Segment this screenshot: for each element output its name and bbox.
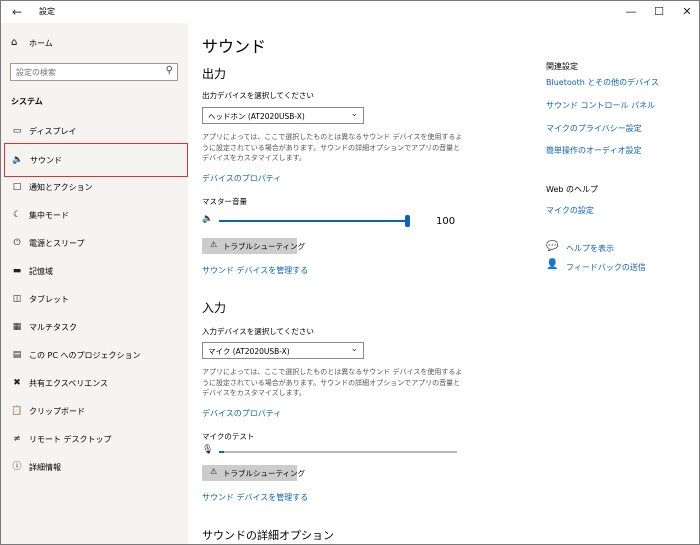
sidebar-item-label: リモート デスクトップ [29, 435, 112, 444]
chevron-down-icon: ⌄ [350, 344, 358, 354]
output-device-select[interactable]: ヘッドホン (AT2020USB-X) ⌄ [202, 107, 364, 124]
input-heading: 入力 [202, 301, 227, 315]
sidebar-item-label: 電源とスリープ [29, 239, 85, 248]
storage-icon: ▬ [12, 266, 22, 276]
input-troubleshoot-button[interactable]: ⚠ トラブルシューティング [202, 465, 305, 481]
sidebar-item-clipboard[interactable]: 📋 クリップボード [4, 399, 188, 424]
sidebar-item-label: タブレット [29, 295, 69, 304]
sidebar-item-shared[interactable]: ✖ 共有エクスペリエンス [4, 371, 188, 396]
home-icon: ⌂ [11, 37, 18, 48]
sidebar-item-about[interactable]: ⓘ 詳細情報 [4, 455, 188, 480]
page-title: サウンド [202, 37, 267, 56]
sidebar: ⌂ ホーム ⚲ システム ▭ ディスプレイ 🔈 サウンド □ 通知とアクション … [1, 23, 188, 544]
output-heading: 出力 [202, 67, 227, 81]
output-manage-devices-link[interactable]: サウンド デバイスを管理する [202, 265, 308, 276]
notification-icon: □ [12, 182, 22, 192]
advanced-heading: サウンドの詳細オプション [202, 529, 334, 542]
search-input[interactable] [16, 66, 156, 78]
output-device-value: ヘッドホン (AT2020USB-X) [208, 112, 305, 121]
volume-track-fill [219, 220, 407, 222]
search-box[interactable]: ⚲ [10, 63, 178, 81]
multitask-icon: ▦ [12, 322, 22, 332]
search-icon[interactable]: ⚲ [166, 65, 173, 76]
input-properties-link[interactable]: デバイスのプロパティ [202, 408, 281, 419]
maximize-button[interactable]: ☐ [649, 4, 669, 20]
power-icon: ⏻ [13, 238, 21, 248]
related-link-accessibility-audio[interactable]: 簡単操作のオーディオ設定 [546, 145, 641, 156]
sidebar-item-label: サウンド [30, 156, 62, 165]
mic-level-fill [219, 451, 224, 453]
moon-icon: ☾ [12, 210, 22, 220]
sidebar-item-label: ディスプレイ [29, 127, 77, 136]
related-heading: 関連設定 [546, 62, 578, 71]
settings-window: ← 設定 — ☐ ✕ ⌂ ホーム ⚲ システム ▭ ディスプレイ 🔈 サウンド … [0, 0, 700, 545]
title-bar: ← 設定 — ☐ ✕ [1, 1, 699, 23]
related-link-bluetooth[interactable]: Bluetooth とその他のデバイス [546, 77, 659, 88]
volume-value: 100 [436, 216, 456, 227]
help-icon: 💬 [546, 241, 559, 252]
get-help-link[interactable]: ヘルプを表示 [566, 243, 614, 254]
send-feedback-link[interactable]: フィードバックの送信 [566, 262, 646, 273]
volume-slider-thumb[interactable] [405, 215, 410, 227]
speaker-icon[interactable]: 🔈 [202, 214, 213, 224]
input-manage-devices-link[interactable]: サウンド デバイスを管理する [202, 492, 308, 503]
sidebar-item-multitask[interactable]: ▦ マルチタスク [4, 315, 188, 340]
sidebar-item-notifications[interactable]: □ 通知とアクション [4, 175, 188, 200]
input-description: アプリによっては、ここで選択したものとは異なるサウンド デバイスを使用するように… [202, 368, 463, 397]
info-icon: ⓘ [12, 462, 22, 472]
speaker-icon: 🔈 [12, 155, 24, 165]
input-device-select[interactable]: マイク (AT2020USB-X) ⌄ [202, 342, 364, 359]
sidebar-item-tablet[interactable]: ◫ タブレット [4, 287, 188, 312]
related-link-mic-privacy[interactable]: マイクのプライバシー設定 [546, 123, 642, 134]
sidebar-item-label: 記憶域 [29, 267, 53, 276]
sidebar-item-sound[interactable]: 🔈 サウンド [4, 143, 188, 177]
warning-icon: ⚠ [210, 240, 218, 249]
output-properties-link[interactable]: デバイスのプロパティ [202, 173, 281, 184]
web-help-heading: Web のヘルプ [546, 185, 598, 194]
close-button[interactable]: ✕ [677, 4, 697, 20]
display-icon: ▭ [12, 126, 22, 136]
sidebar-item-label: クリップボード [29, 407, 85, 416]
sidebar-item-label: 集中モード [29, 211, 69, 220]
related-link-sound-control-panel[interactable]: サウンド コントロール パネル [546, 100, 655, 111]
feedback-icon: 👤 [546, 259, 559, 270]
back-arrow-icon[interactable]: ← [9, 4, 25, 20]
mic-test-label: マイクのテスト [202, 432, 255, 441]
chevron-down-icon: ⌄ [350, 109, 358, 119]
sidebar-item-label: 詳細情報 [29, 463, 61, 472]
sidebar-section-title: システム [11, 97, 43, 106]
web-help-mic-link[interactable]: マイクの設定 [546, 205, 594, 216]
tablet-icon: ◫ [12, 294, 22, 304]
sidebar-item-remote-desktop[interactable]: ≠ リモート デスクトップ [4, 427, 188, 452]
output-troubleshoot-button[interactable]: ⚠ トラブルシューティング [202, 238, 305, 254]
sidebar-item-focus[interactable]: ☾ 集中モード [4, 203, 188, 228]
projection-icon: ▤ [12, 350, 22, 360]
microphone-icon: 🎙 [202, 445, 214, 455]
sidebar-item-projection[interactable]: ▤ この PC へのプロジェクション [4, 343, 188, 368]
troubleshoot-label: トラブルシューティング [223, 242, 306, 251]
output-description: アプリによっては、ここで選択したものとは異なるサウンド デバイスを使用するように… [202, 133, 463, 162]
app-title: 設定 [39, 7, 55, 16]
sidebar-item-label: 通知とアクション [29, 183, 93, 192]
troubleshoot-label: トラブルシューティング [223, 469, 306, 478]
sidebar-item-label: 共有エクスペリエンス [29, 379, 109, 388]
input-device-value: マイク (AT2020USB-X) [208, 347, 290, 356]
home-label: ホーム [29, 39, 53, 48]
clipboard-icon: 📋 [11, 406, 23, 416]
sidebar-item-label: マルチタスク [29, 323, 77, 332]
mic-level-track [219, 451, 457, 453]
shared-icon: ✖ [13, 378, 21, 388]
warning-icon: ⚠ [210, 467, 218, 476]
input-device-label: 入力デバイスを選択してください [202, 327, 314, 336]
remote-desktop-icon: ≠ [13, 434, 21, 444]
minimize-button[interactable]: — [621, 4, 641, 20]
sidebar-item-label: この PC へのプロジェクション [29, 351, 141, 360]
sidebar-item-power[interactable]: ⏻ 電源とスリープ [4, 231, 188, 256]
master-volume-label: マスター音量 [202, 197, 247, 206]
sidebar-item-storage[interactable]: ▬ 記憶域 [4, 259, 188, 284]
sidebar-item-display[interactable]: ▭ ディスプレイ [4, 119, 188, 144]
output-device-label: 出力デバイスを選択してください [202, 91, 314, 100]
